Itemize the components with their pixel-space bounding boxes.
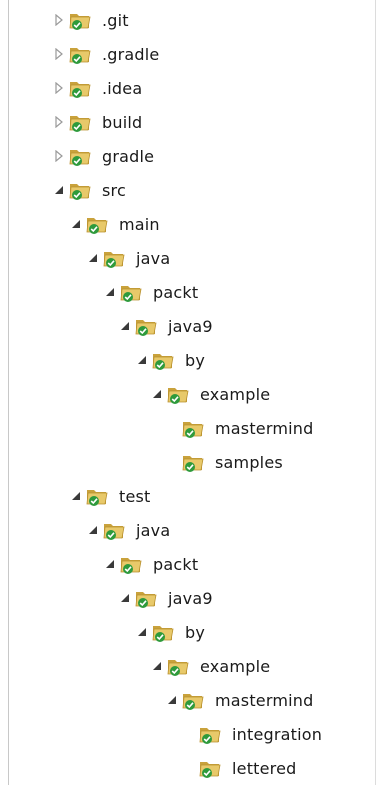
tree-row[interactable]: java — [86, 515, 170, 545]
tree-item-label: packt — [153, 554, 199, 574]
tree-item-label: by — [185, 350, 206, 370]
collapse-triangle-icon[interactable] — [86, 251, 100, 265]
tree-row[interactable]: packt — [103, 549, 198, 579]
toggle-spacer — [165, 455, 179, 469]
collapse-triangle-icon[interactable] — [103, 285, 117, 299]
collapse-triangle-icon[interactable] — [118, 319, 132, 333]
tree-item-label: samples — [215, 452, 283, 472]
tree-item-label: packt — [153, 282, 199, 302]
collapse-triangle-icon[interactable] — [150, 659, 164, 673]
folder-icon — [151, 619, 177, 645]
folder-icon — [68, 75, 94, 101]
collapse-triangle-icon[interactable] — [69, 489, 83, 503]
toggle-spacer — [182, 761, 196, 775]
tree-item-label: main — [119, 214, 160, 234]
folder-icon — [181, 449, 207, 475]
folder-icon — [68, 109, 94, 135]
folder-icon — [68, 143, 94, 169]
toggle-spacer — [182, 727, 196, 741]
folder-icon — [85, 211, 111, 237]
tree-item-label: integration — [232, 724, 323, 744]
collapse-triangle-icon[interactable] — [103, 557, 117, 571]
folder-icon — [134, 313, 160, 339]
folder-icon — [119, 551, 145, 577]
folder-icon — [151, 347, 177, 373]
tree-item-label: .gradle — [102, 44, 160, 64]
collapse-triangle-icon[interactable] — [135, 625, 149, 639]
tree-item-label: java — [136, 520, 171, 540]
tree-item-label: .git — [102, 10, 129, 30]
tree-item-label: build — [102, 112, 143, 132]
tree-row[interactable]: samples — [165, 447, 283, 477]
tree-item-label: java9 — [168, 316, 213, 336]
folder-icon — [166, 381, 192, 407]
tree-row[interactable]: java9 — [118, 583, 213, 613]
tree-item-label: mastermind — [215, 418, 314, 438]
folder-icon — [85, 483, 111, 509]
tree-item-label: mastermind — [215, 690, 314, 710]
tree-item-label: java — [136, 248, 171, 268]
tree-row[interactable]: .idea — [52, 73, 142, 103]
tree-row[interactable]: mastermind — [165, 685, 313, 715]
tree-row[interactable]: by — [135, 345, 205, 375]
folder-icon — [68, 7, 94, 33]
collapse-triangle-icon[interactable] — [86, 523, 100, 537]
tree-row[interactable]: lettered — [182, 753, 297, 783]
file-tree: .git .gradle .idea build gradle src main — [0, 0, 384, 785]
tree-item-label: src — [102, 180, 126, 200]
tree-row[interactable]: integration — [182, 719, 322, 749]
collapse-triangle-icon[interactable] — [69, 217, 83, 231]
expand-triangle-icon[interactable] — [52, 115, 66, 129]
tree-row[interactable]: mastermind — [165, 413, 313, 443]
tree-row[interactable]: .git — [52, 5, 129, 35]
tree-row[interactable]: packt — [103, 277, 198, 307]
folder-icon — [181, 415, 207, 441]
folder-icon — [68, 177, 94, 203]
tree-item-label: example — [200, 656, 271, 676]
collapse-triangle-icon[interactable] — [135, 353, 149, 367]
tree-row[interactable]: src — [52, 175, 126, 205]
folder-icon — [102, 245, 128, 271]
tree-item-label: java9 — [168, 588, 213, 608]
expand-triangle-icon[interactable] — [52, 47, 66, 61]
tree-item-label: by — [185, 622, 206, 642]
tree-item-label: .idea — [102, 78, 143, 98]
collapse-triangle-icon[interactable] — [52, 183, 66, 197]
folder-icon — [198, 721, 224, 747]
folder-icon — [119, 279, 145, 305]
tree-item-label: test — [119, 486, 151, 506]
toggle-spacer — [165, 421, 179, 435]
collapse-triangle-icon[interactable] — [150, 387, 164, 401]
tree-item-label: example — [200, 384, 271, 404]
tree-row[interactable]: build — [52, 107, 142, 137]
folder-icon — [166, 653, 192, 679]
tree-row[interactable]: .gradle — [52, 39, 159, 69]
collapse-triangle-icon[interactable] — [165, 693, 179, 707]
tree-item-label: lettered — [232, 758, 297, 778]
tree-row[interactable]: gradle — [52, 141, 154, 171]
folder-icon — [181, 687, 207, 713]
tree-row[interactable]: test — [69, 481, 151, 511]
tree-row[interactable]: by — [135, 617, 205, 647]
tree-row[interactable]: example — [150, 379, 270, 409]
folder-icon — [198, 755, 224, 781]
tree-row[interactable]: java9 — [118, 311, 213, 341]
expand-triangle-icon[interactable] — [52, 13, 66, 27]
tree-item-label: gradle — [102, 146, 155, 166]
folder-icon — [68, 41, 94, 67]
folder-icon — [134, 585, 160, 611]
expand-triangle-icon[interactable] — [52, 149, 66, 163]
tree-row[interactable]: java — [86, 243, 170, 273]
folder-icon — [102, 517, 128, 543]
expand-triangle-icon[interactable] — [52, 81, 66, 95]
tree-row[interactable]: example — [150, 651, 270, 681]
collapse-triangle-icon[interactable] — [118, 591, 132, 605]
tree-row[interactable]: main — [69, 209, 160, 239]
